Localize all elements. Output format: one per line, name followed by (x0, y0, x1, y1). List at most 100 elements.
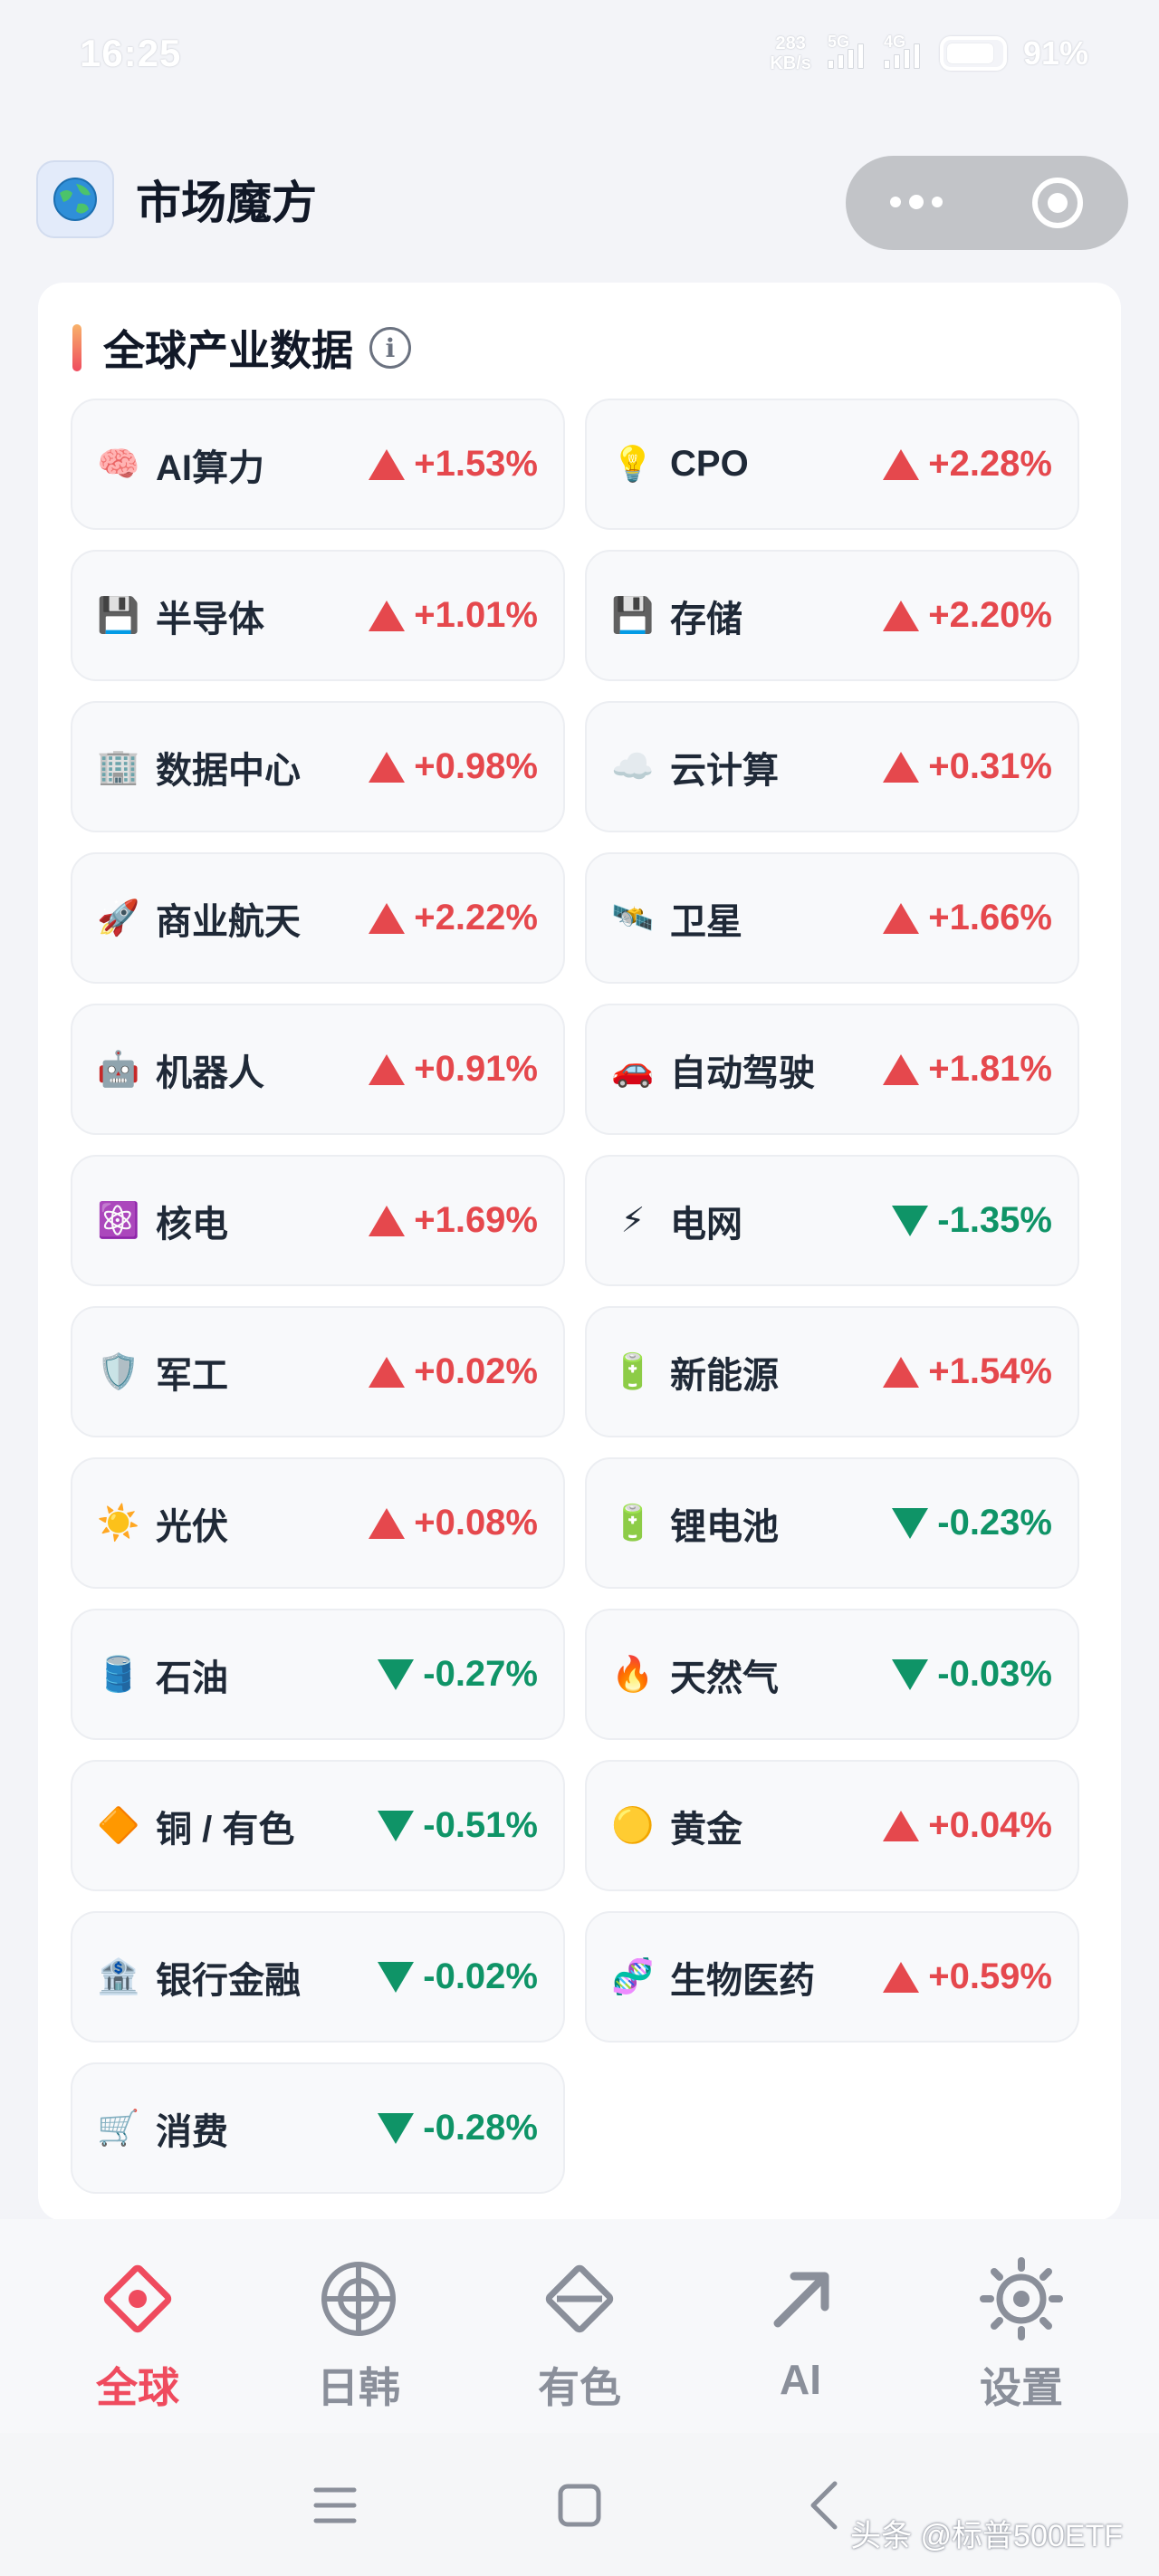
industry-tile[interactable]: 🚗 自动驾驶 +1.81% (585, 1004, 1079, 1135)
industry-change: +0.08% (369, 1503, 538, 1543)
industry-tile[interactable]: 🏢 数据中心 +0.98% (71, 701, 565, 832)
status-time: 16:25 (80, 32, 182, 74)
system-navigation-bar: 头条 @标普500ETF (0, 2433, 1159, 2576)
battery-percent: 91% (1022, 34, 1088, 72)
triangle-up-icon (369, 1356, 406, 1388)
industry-change: +1.01% (369, 595, 538, 636)
industry-change: -0.51% (378, 1805, 538, 1846)
industry-tile[interactable]: 🛰️ 卫星 +1.66% (585, 852, 1079, 984)
industry-change-value: -0.51% (423, 1805, 538, 1845)
industry-change-value: +0.98% (414, 746, 538, 786)
industry-tile[interactable]: 🛢️ 石油 -0.27% (71, 1609, 565, 1740)
industry-name: 铜 / 有色 (156, 1809, 295, 1850)
tab-ai[interactable]: AI (710, 2255, 891, 2404)
industry-icon: ⚛️ (97, 1201, 140, 1240)
industry-tile[interactable]: 🤖 机器人 +0.91% (71, 1004, 565, 1135)
industry-change-value: -0.27% (423, 1654, 538, 1694)
industry-change-value: -0.23% (937, 1503, 1052, 1543)
industry-tile[interactable]: 🛡️ 军工 +0.02% (71, 1306, 565, 1437)
industry-name: 数据中心 (156, 750, 301, 791)
status-indicators: 283 KB/s 5G 4G 91% (770, 33, 1088, 73)
triangle-down-icon (378, 1961, 415, 1993)
industry-change: +2.20% (883, 595, 1052, 636)
industry-icon: 🧬 (611, 1957, 655, 1996)
industry-tile[interactable]: 🧬 生物医药 +0.59% (585, 1911, 1079, 2043)
industry-icon: 🛢️ (97, 1655, 140, 1694)
industry-icon: 🧠 (97, 445, 140, 484)
triangle-up-icon (883, 1961, 920, 1993)
triangle-up-icon (369, 600, 406, 631)
industry-change-value: +1.01% (414, 595, 538, 635)
industry-icon: 🚀 (97, 899, 140, 937)
diamond-target-icon (94, 2255, 181, 2342)
triangle-down-icon (378, 1810, 415, 1841)
industry-change-value: -0.28% (423, 2108, 538, 2148)
industry-name: 半导体 (156, 599, 264, 639)
industry-change: +1.69% (369, 1200, 538, 1241)
battery-icon (939, 36, 1007, 71)
industry-tile[interactable]: 🔥 天然气 -0.03% (585, 1609, 1079, 1740)
triangle-up-icon (369, 448, 406, 480)
industry-change: +1.54% (883, 1351, 1052, 1392)
app-title: 市场魔方 (136, 178, 317, 228)
industry-tile[interactable]: 🔋 新能源 +1.54% (585, 1306, 1079, 1437)
back-chevron-icon[interactable] (788, 2469, 860, 2542)
industry-tile[interactable]: 🛒 消费 -0.28% (71, 2062, 565, 2194)
industry-name: 卫星 (670, 901, 742, 942)
industry-tile[interactable]: 💾 存储 +2.20% (585, 550, 1079, 681)
industry-icon: ⚡ (620, 1202, 646, 1240)
industry-name: CPO (670, 444, 749, 484)
industry-name: 存储 (670, 599, 742, 639)
tab-japan-korea[interactable]: 日韩 (268, 2255, 449, 2415)
menu-icon[interactable] (299, 2469, 371, 2542)
tab-nonferrous[interactable]: 有色 (489, 2255, 670, 2415)
more-menu-button[interactable] (846, 195, 987, 209)
industry-tile[interactable]: 🔶 铜 / 有色 -0.51% (71, 1760, 565, 1891)
close-mini-program-button[interactable] (987, 178, 1128, 228)
tab-global[interactable]: 全球 (47, 2255, 228, 2415)
industry-change-value: +2.28% (928, 444, 1052, 484)
network-speed-value: 283 (775, 34, 806, 53)
industry-change-value: -1.35% (937, 1200, 1052, 1240)
network-speed: 283 KB/s (770, 34, 811, 73)
industry-change: +0.04% (883, 1805, 1052, 1846)
industry-tile[interactable]: 🔋 锂电池 -0.23% (585, 1457, 1079, 1589)
industry-tile[interactable]: ☁️ 云计算 +0.31% (585, 701, 1079, 832)
network-speed-unit: KB/s (770, 53, 811, 73)
triangle-up-icon (883, 600, 920, 631)
signal-4g-label: 4G (883, 33, 905, 51)
triangle-down-icon (378, 2112, 415, 2144)
industry-icon: ☁️ (611, 747, 655, 786)
industry-change: -0.03% (892, 1654, 1052, 1695)
industry-tile[interactable]: 🚀 商业航天 +2.22% (71, 852, 565, 984)
industry-name: 电网 (670, 1204, 742, 1245)
home-square-icon[interactable] (543, 2469, 616, 2542)
industry-tile[interactable]: 💾 半导体 +1.01% (71, 550, 565, 681)
industry-tile[interactable]: ⚛️ 核电 +1.69% (71, 1155, 565, 1286)
industry-icon: 🛰️ (611, 899, 655, 937)
signal-5g-icon: 5G (827, 33, 867, 69)
industry-change: +0.31% (883, 746, 1052, 787)
triangle-down-icon (892, 1658, 929, 1690)
industry-tile[interactable]: ☀️ 光伏 +0.08% (71, 1457, 565, 1589)
industry-change: -0.02% (378, 1956, 538, 1997)
industry-change: +2.22% (369, 898, 538, 938)
industry-tile[interactable]: 💡 CPO +2.28% (585, 399, 1079, 530)
industry-icon: 🏢 (97, 747, 140, 786)
triangle-up-icon (883, 902, 920, 934)
tab-settings[interactable]: 设置 (931, 2255, 1112, 2415)
industry-change: +0.98% (369, 746, 538, 787)
industry-name: 新能源 (670, 1355, 779, 1396)
triangle-up-icon (369, 1205, 406, 1236)
mini-program-capsule (846, 156, 1128, 250)
industry-tile[interactable]: ⚡ 电网 -1.35% (585, 1155, 1079, 1286)
industry-icon: ☀️ (97, 1504, 140, 1543)
industry-tile[interactable]: 🧠 AI算力 +1.53% (71, 399, 565, 530)
industry-tile[interactable]: 🏦 银行金融 -0.02% (71, 1911, 565, 2043)
industry-name: 天然气 (670, 1658, 779, 1698)
industry-tile[interactable]: 🟡 黄金 +0.04% (585, 1760, 1079, 1891)
industry-name: 锂电池 (670, 1506, 779, 1547)
industry-name: 石油 (156, 1658, 228, 1698)
info-icon[interactable]: i (369, 327, 411, 369)
industry-icon: 🔥 (611, 1655, 655, 1694)
